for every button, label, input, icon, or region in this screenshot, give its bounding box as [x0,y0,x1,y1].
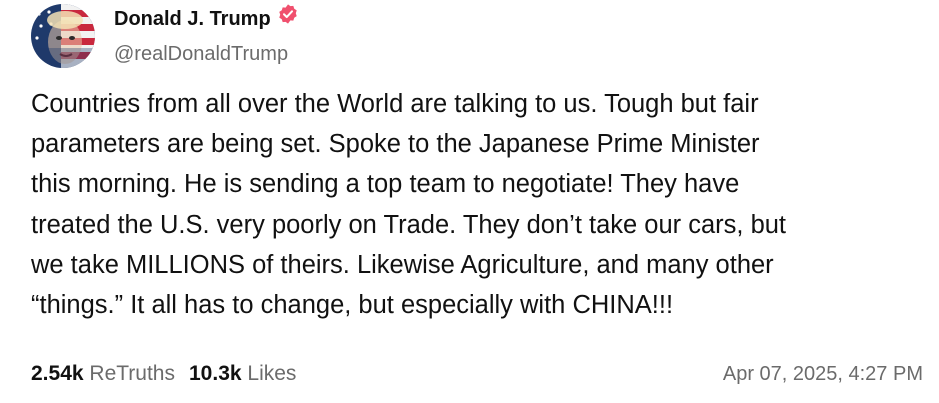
post-body-line: parameters are being set. Spoke to the J… [31,130,760,159]
author-avatar[interactable] [31,4,95,68]
post-body-line: Countries from all over the World are ta… [31,90,759,118]
post-card: Donald J. Trump @realDonaldTrump Countri… [0,0,939,403]
author-name-row[interactable]: Donald J. Trump [114,3,299,32]
likes-count: 10.3k [189,362,242,385]
likes-stat[interactable]: 10.3k Likes [189,362,296,385]
post-body-line: treated the U.S. very poorly on Trade. T… [31,210,787,239]
post-body-line: this morning. He is sending a top team t… [31,170,740,199]
retruths-count: 2.54k [31,362,84,385]
retruths-stat[interactable]: 2.54k ReTruths [31,362,175,385]
post-body-line: “things.” It all has to change, but espe… [31,291,674,320]
retruths-label: ReTruths [89,362,175,385]
author-handle[interactable]: @realDonaldTrump [114,41,288,67]
post-body-line: we take MILLIONS of theirs. Likewise Agr… [31,250,774,279]
post-stats: 2.54k ReTruths 10.3k Likes [31,360,296,388]
author-display-name[interactable]: Donald J. Trump [114,8,271,30]
verified-badge-icon [277,3,299,32]
avatar-image-icon [31,4,95,68]
post-timestamp[interactable]: Apr 07, 2025, 4:27 PM [723,360,923,388]
likes-label: Likes [247,362,297,385]
post-body: Countries from all over the World are ta… [31,84,921,325]
